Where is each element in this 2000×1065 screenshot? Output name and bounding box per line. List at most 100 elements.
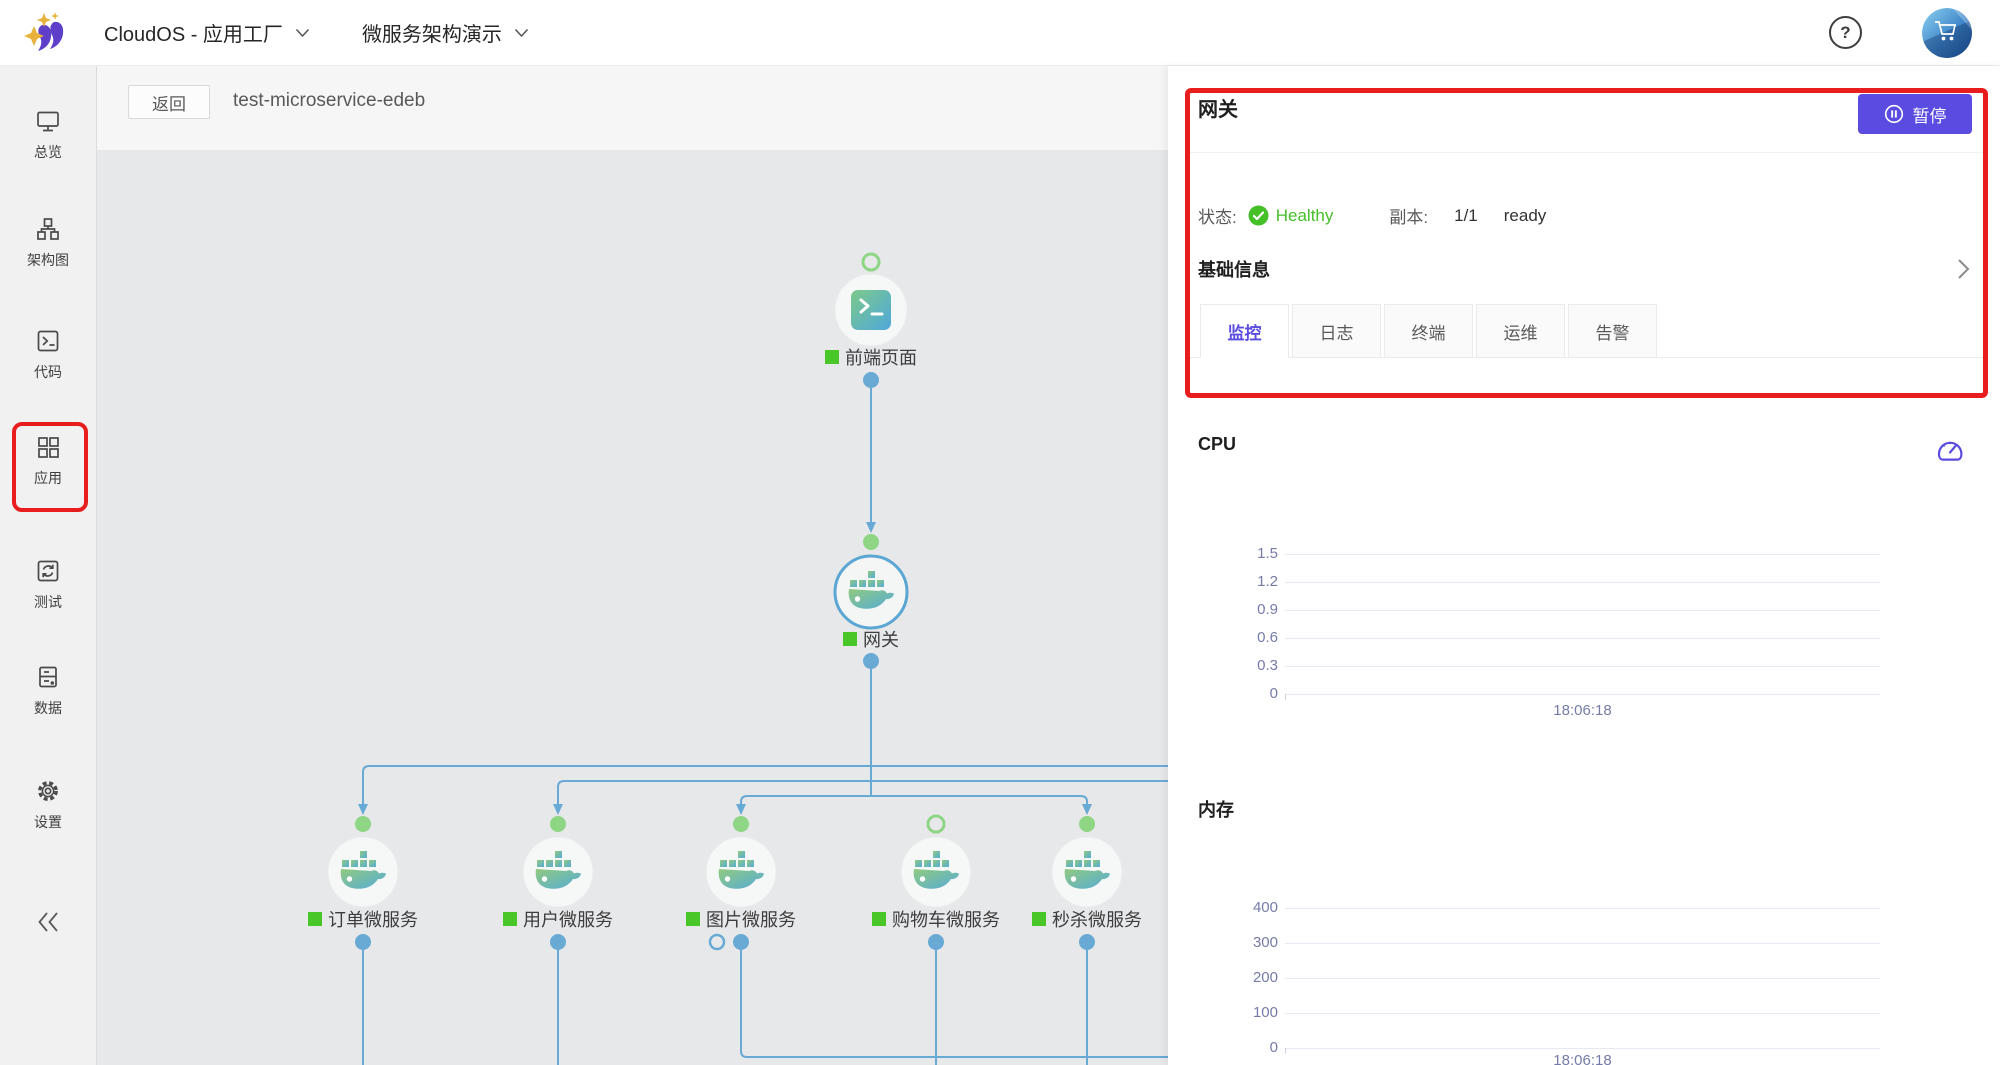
cloudos-app: CloudOS - 应用工厂 微服务架构演示 ? <box>0 0 2000 1065</box>
gauge-icon <box>1934 432 1966 464</box>
product-label: CloudOS - 应用工厂 <box>104 18 283 47</box>
pause-label: 暂停 <box>1913 102 1947 127</box>
node-seckill-service[interactable]: 秒杀微服务 <box>1032 816 1142 950</box>
double-chevron-left-icon <box>35 911 61 937</box>
edge-lines <box>363 388 1168 1065</box>
help-button[interactable]: ? <box>1829 16 1862 49</box>
tab-ops[interactable]: 运维 <box>1476 304 1565 358</box>
port-out[interactable] <box>1079 934 1095 950</box>
node-label: 购物车微服务 <box>892 910 1000 930</box>
replicas-label: 副本: <box>1389 203 1428 228</box>
status-square <box>825 350 839 364</box>
node-frontend[interactable]: 前端页面 <box>825 254 917 388</box>
detail-panel: 网关 暂停 状态: Healthy 副本: 1/1 ready 基础信息 监 <box>1168 66 2000 1065</box>
port-out[interactable] <box>550 934 566 950</box>
sidebar-item-overview[interactable]: 总览 <box>0 108 96 162</box>
port-out[interactable] <box>863 653 879 669</box>
panel-tabs: 监控 日志 终端 运维 告警 <box>1200 304 1657 358</box>
y-tick: 100 <box>1168 1004 1278 1021</box>
tab-logs[interactable]: 日志 <box>1292 304 1381 358</box>
x-tick-label: 18:06:18 <box>1285 702 1880 719</box>
status-square <box>308 912 322 926</box>
port-in[interactable] <box>550 816 566 832</box>
sidebar-item-code[interactable]: 代码 <box>0 328 96 382</box>
gridline <box>1285 582 1880 583</box>
back-button[interactable]: 返回 <box>128 85 210 119</box>
sidebar-item-settings[interactable]: 设置 <box>0 778 96 832</box>
node-cart-service[interactable]: 购物车微服务 <box>872 816 1000 950</box>
product-selector[interactable]: CloudOS - 应用工厂 <box>104 18 310 47</box>
port-in-open[interactable] <box>863 254 879 270</box>
sidebar-item-label: 测试 <box>0 592 96 612</box>
node-label: 网关 <box>863 630 899 650</box>
status-square <box>503 912 517 926</box>
gridline <box>1285 666 1880 667</box>
gridline <box>1285 1048 1880 1049</box>
architecture-canvas[interactable]: 前端页面 网关 订单微服务 <box>97 150 1168 1065</box>
app-selector[interactable]: 微服务架构演示 <box>362 18 529 47</box>
status-square <box>1032 912 1046 926</box>
sidebar-item-label: 应用 <box>0 468 96 488</box>
user-avatar[interactable] <box>1922 8 1972 58</box>
y-tick: 400 <box>1168 899 1278 916</box>
status-label: 状态: <box>1198 203 1237 228</box>
sidebar-collapse-button[interactable] <box>0 911 96 938</box>
node-label: 图片微服务 <box>706 910 796 930</box>
y-tick: 0 <box>1168 685 1278 702</box>
left-sidebar: 总览 架构图 代码 应用 测试 <box>0 66 97 1065</box>
apps-icon <box>35 434 61 460</box>
panel-title: 网关 <box>1198 93 1238 122</box>
page-title: test-microservice-edeb <box>233 90 425 112</box>
avatar-image <box>1922 8 1972 58</box>
y-tick: 0.3 <box>1168 657 1278 674</box>
gridline <box>1285 1013 1880 1014</box>
chevron-down-icon <box>514 28 529 38</box>
port-in[interactable] <box>355 816 371 832</box>
status-row: 状态: Healthy 副本: 1/1 ready <box>1198 203 1546 228</box>
code-icon <box>35 328 61 354</box>
tab-terminal[interactable]: 终端 <box>1384 304 1473 358</box>
port-in[interactable] <box>733 816 749 832</box>
tab-monitoring[interactable]: 监控 <box>1200 304 1289 358</box>
architecture-icon <box>35 216 61 242</box>
test-icon <box>35 558 61 584</box>
port-out[interactable] <box>733 934 749 950</box>
cloudos-logo-icon <box>22 9 70 57</box>
y-tick: 0.9 <box>1168 601 1278 618</box>
pause-button[interactable]: 暂停 <box>1858 94 1972 134</box>
sidebar-item-apps[interactable]: 应用 <box>0 434 96 488</box>
node-image-service[interactable]: 图片微服务 <box>686 816 796 950</box>
replicas-state: ready <box>1504 206 1547 226</box>
tab-alerts[interactable]: 告警 <box>1568 304 1657 358</box>
port-in[interactable] <box>863 534 879 550</box>
gauge-icon-button[interactable] <box>1934 432 1966 464</box>
monitor-icon <box>35 108 61 134</box>
port-out-open[interactable] <box>710 935 724 949</box>
status-square <box>872 912 886 926</box>
gridline <box>1285 554 1880 555</box>
port-in-open[interactable] <box>928 816 944 832</box>
terminal-icon <box>851 290 891 330</box>
port-out[interactable] <box>863 372 879 388</box>
y-tick: 1.5 <box>1168 545 1278 562</box>
sidebar-item-test[interactable]: 测试 <box>0 558 96 612</box>
basic-info-row[interactable]: 基础信息 <box>1198 256 1970 282</box>
node-user-service[interactable]: 用户微服务 <box>503 816 613 950</box>
port-out[interactable] <box>928 934 944 950</box>
replicas-value: 1/1 <box>1454 206 1478 226</box>
sidebar-item-label: 数据 <box>0 698 96 718</box>
node-order-service[interactable]: 订单微服务 <box>308 816 418 950</box>
sidebar-item-data[interactable]: 数据 <box>0 664 96 718</box>
port-in[interactable] <box>1079 816 1095 832</box>
node-gateway[interactable]: 网关 <box>835 534 907 669</box>
y-tick: 0.6 <box>1168 629 1278 646</box>
sidebar-item-label: 架构图 <box>0 250 96 270</box>
sidebar-item-architecture[interactable]: 架构图 <box>0 216 96 270</box>
status-square <box>686 912 700 926</box>
status-value: Healthy <box>1276 206 1334 226</box>
memory-chart-title: 内存 <box>1198 796 1234 822</box>
node-label: 前端页面 <box>845 348 917 368</box>
y-tick: 300 <box>1168 934 1278 951</box>
port-out[interactable] <box>355 934 371 950</box>
top-header: CloudOS - 应用工厂 微服务架构演示 ? <box>0 0 2000 66</box>
